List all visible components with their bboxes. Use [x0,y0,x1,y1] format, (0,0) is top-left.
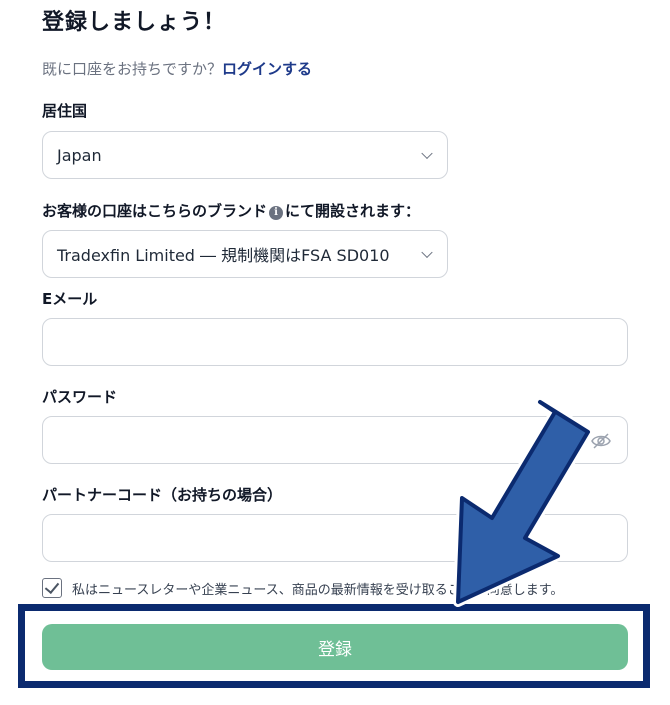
brand-label-text-after: にて開設されます： [285,202,421,220]
country-select-value: Japan [57,145,102,165]
country-select[interactable]: Japan [42,131,448,179]
country-label: 居住国 [42,102,88,120]
brand-select-value: Tradexfin Limited ― 規制機関はFSA SD010 [57,246,390,265]
newsletter-label: 私はニュースレターや企業ニュース、商品の最新情報を受け取ることに同意します。 [72,582,564,598]
password-field[interactable] [42,416,628,464]
brand-select[interactable]: Tradexfin Limited ― 規制機関はFSA SD010 [42,230,448,278]
register-button[interactable]: 登録 [42,624,628,670]
eye-toggle-icon[interactable] [591,432,611,450]
email-field[interactable] [42,318,628,366]
login-link[interactable]: ログインする [222,60,312,78]
chevron-down-icon [421,147,433,160]
login-prompt-text: 既に口座をお持ちですか？ [42,60,223,78]
email-label: Eメール [42,290,98,308]
login-prompt: 既に口座をお持ちですか？ログインする [42,58,312,79]
newsletter-checkbox[interactable] [42,578,62,598]
brand-label-text-before: お客様の口座はこちらのブランド [42,202,268,220]
chevron-down-icon [421,246,433,259]
brand-label: お客様の口座はこちらのブランド i にて開設されます： [42,200,420,221]
newsletter-row: 私はニュースレターや企業ニュース、商品の最新情報を受け取ることに同意します。 [42,578,563,598]
password-label: パスワード [42,388,118,406]
partner-code-field[interactable] [42,514,628,562]
page-title: 登録しましょう！ [42,10,227,35]
partner-code-label: パートナーコード（お持ちの場合） [42,486,283,504]
info-icon[interactable]: i [269,206,284,220]
